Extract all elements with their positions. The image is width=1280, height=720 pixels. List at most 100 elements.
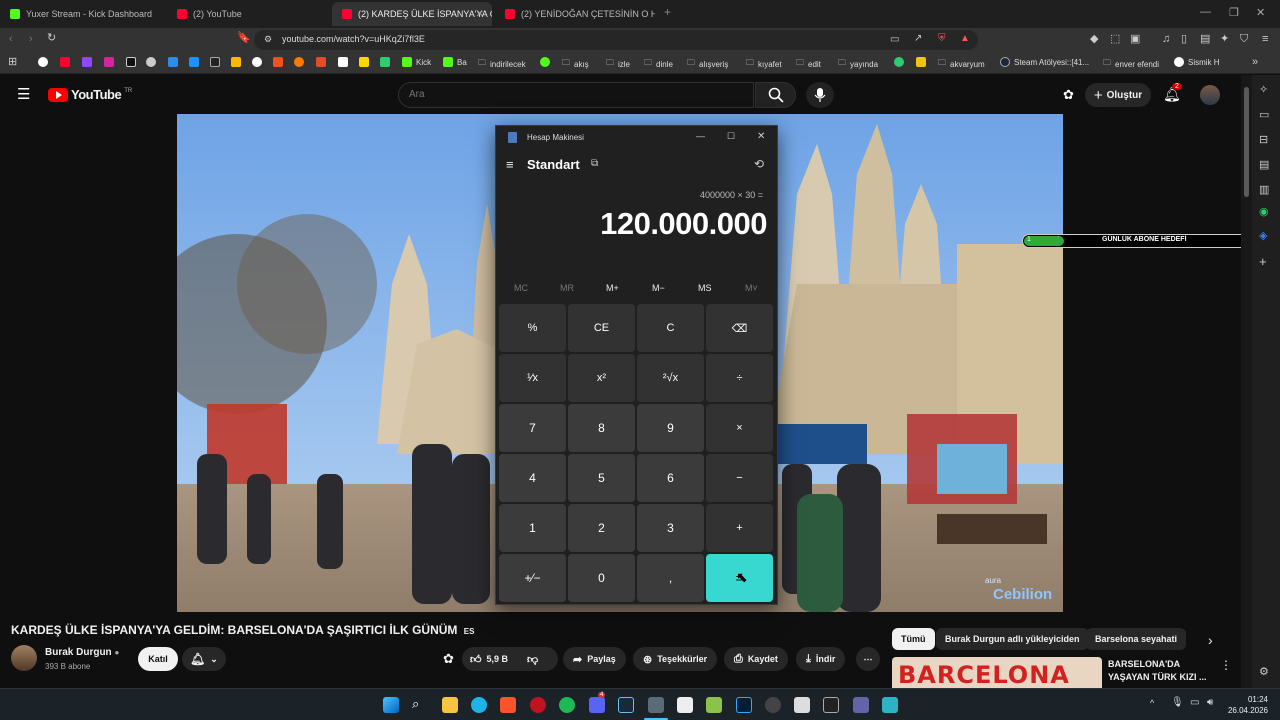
bookmark-google[interactable] <box>38 57 48 67</box>
multiply-key[interactable]: × <box>706 404 773 452</box>
bookmark-folder-akis[interactable]: 🗀 akış <box>562 57 589 71</box>
square-root-key[interactable]: ²√x <box>637 354 704 402</box>
download-button[interactable]: ⤓ İndir <box>796 647 846 671</box>
volume-icon[interactable]: 🔊︎ <box>1207 697 1213 708</box>
digit-7-key[interactable]: 7 <box>499 404 566 452</box>
hamburger-menu-icon[interactable]: ☰ <box>17 87 30 102</box>
close-icon[interactable]: ✕ <box>757 131 765 142</box>
bookmark-folder-alisveris[interactable]: 🗀 alışveriş <box>687 57 728 71</box>
decimal-key[interactable]: , <box>637 554 704 602</box>
search-button[interactable] <box>755 82 796 108</box>
photoshop-icon[interactable] <box>736 697 752 713</box>
more-bookmarks-icon[interactable]: » <box>1252 57 1258 68</box>
bookmark-folder-kiyafet[interactable]: 🗀 kıyafet <box>746 57 782 71</box>
sidebar-toggle-icon[interactable]: ▯ <box>1181 34 1187 45</box>
digit-9-key[interactable]: 9 <box>637 404 704 452</box>
chip-barcelona-trip[interactable]: Barselona seyahati <box>1086 628 1187 650</box>
bookmark-sismik[interactable]: Sismik H <box>1174 57 1220 67</box>
minimize-icon[interactable]: — <box>696 131 705 141</box>
digit-1-key[interactable]: 1 <box>499 504 566 552</box>
share-button[interactable]: ➦ Paylaş <box>563 647 626 671</box>
brave-shield-icon[interactable]: ⛨ <box>938 34 946 44</box>
related-video-thumbnail[interactable]: BARCELONA <box>892 657 1102 688</box>
clear-entry-key[interactable]: CE <box>568 304 635 352</box>
bookmark-site[interactable] <box>231 57 241 67</box>
digit-8-key[interactable]: 8 <box>568 404 635 452</box>
browser-tab-video-2[interactable]: (2) YENİDOĞAN ÇETESİNİN O HASTA <box>495 2 655 26</box>
maximize-icon[interactable]: ☐ <box>727 131 735 142</box>
subscription-bell-button[interactable]: 🔔︎ ⌄ <box>182 647 226 671</box>
site-info-icon[interactable]: ⚙ <box>264 35 272 44</box>
bookmark-site[interactable] <box>916 57 926 67</box>
channel-avatar[interactable] <box>11 645 37 671</box>
bookmark-folder-edit[interactable]: 🗀 edit <box>796 57 821 71</box>
youtube-logo[interactable]: YouTube TR <box>48 87 132 102</box>
bookmark-x[interactable] <box>126 57 136 67</box>
keep-on-top-icon[interactable]: ⧉ <box>591 158 598 169</box>
bookmark-folder-enver[interactable]: 🗀 enver efendi <box>1103 57 1159 71</box>
browser-tab-kick[interactable]: Yuxer Stream - Kick Dashboard <box>0 2 165 26</box>
browser-tab-youtube[interactable]: (2) YouTube <box>167 2 332 26</box>
bookmark-folder-yayinda[interactable]: 🗀 yayında <box>838 57 878 71</box>
app-icon[interactable] <box>706 697 722 713</box>
close-window-icon[interactable]: ✕ <box>1256 6 1265 19</box>
bookmark-github[interactable] <box>146 57 156 67</box>
bookmark-kick[interactable]: Kick <box>402 57 431 67</box>
bookmark-folder-izle[interactable]: 🗀 izle <box>606 57 630 71</box>
app-icon[interactable] <box>677 697 693 713</box>
bookmarks-icon[interactable]: ⊟ <box>1259 135 1268 146</box>
edge-icon[interactable] <box>471 697 487 713</box>
apps-grid-icon[interactable]: ⊞ <box>8 57 17 68</box>
save-button[interactable]: ⎙ Kaydet <box>724 647 788 671</box>
memory-add-button[interactable]: M+ <box>606 283 619 293</box>
ai-icon[interactable]: ✦ <box>1220 34 1229 45</box>
new-tab-button[interactable]: + <box>664 5 671 19</box>
bookmark-folder-akvaryum[interactable]: 🗀 akvaryum <box>938 57 985 71</box>
memory-subtract-button[interactable]: M− <box>652 283 665 293</box>
search-icon[interactable]: ⌕ <box>412 696 428 712</box>
bookmark-site[interactable] <box>189 57 199 67</box>
dislike-icon[interactable]: 👎︎ <box>527 653 538 666</box>
negate-key[interactable]: +⁄− <box>499 554 566 602</box>
menu-icon[interactable]: ≡ <box>1262 34 1268 45</box>
calculator-window[interactable]: Hesap Makinesi — ☐ ✕ ≡ Standart ⧉ ⟲ 4000… <box>495 125 778 605</box>
cast-icon[interactable]: ▭ <box>890 35 899 45</box>
more-actions-button[interactable]: ⋯ <box>856 647 880 671</box>
subtract-key[interactable]: − <box>706 454 773 502</box>
like-count[interactable]: 5,9 B <box>487 654 509 664</box>
bookmark-amazon[interactable] <box>338 57 348 67</box>
reading-list-icon[interactable]: ▭ <box>1259 110 1269 121</box>
bookmark-folder-indirilecek[interactable]: 🗀 indirilecek <box>478 57 526 71</box>
book-icon[interactable]: ▥ <box>1259 185 1269 196</box>
shield-icon[interactable]: ⛉ <box>1240 34 1248 45</box>
search-input[interactable] <box>409 89 739 100</box>
voice-search-button[interactable] <box>806 82 834 108</box>
bookmark-site[interactable] <box>294 57 304 67</box>
minimize-icon[interactable]: — <box>1200 6 1211 18</box>
bookmark-twitch[interactable] <box>82 57 92 67</box>
start-icon[interactable] <box>383 697 399 713</box>
settings-icon[interactable]: ⚙ <box>1259 667 1269 678</box>
extension-icon[interactable]: ✿ <box>443 651 454 667</box>
bookmark-ba[interactable]: Ba <box>443 57 467 67</box>
file-explorer-icon[interactable] <box>442 697 458 713</box>
address-bar[interactable]: ⚙ youtube.com/watch?v=uHKqZi7fl3E ▭ ↗ ⛨ … <box>254 30 978 50</box>
obs-icon[interactable] <box>765 697 781 713</box>
epic-games-icon[interactable] <box>823 697 839 713</box>
discord-icon[interactable]: 4 <box>589 692 606 713</box>
back-icon[interactable]: ‹ <box>9 34 13 45</box>
close-tab-icon[interactable]: ✕ <box>476 9 484 20</box>
wallet-icon[interactable]: ▤ <box>1200 34 1210 45</box>
backspace-key[interactable]: ⌫ <box>706 304 773 352</box>
forward-icon[interactable]: › <box>29 34 33 45</box>
bookmark-site[interactable] <box>273 57 283 67</box>
steam-icon[interactable] <box>618 697 634 713</box>
maximize-icon[interactable]: ❐ <box>1229 6 1239 19</box>
more-vert-icon[interactable]: ⋮ <box>1220 658 1232 672</box>
bookmark-site[interactable] <box>316 57 326 67</box>
app-icon[interactable] <box>853 697 869 713</box>
notifications-button[interactable]: 🔔︎ 2 <box>1163 83 1182 104</box>
extension-icon[interactable]: ⬚ <box>1110 34 1120 45</box>
digit-5-key[interactable]: 5 <box>568 454 635 502</box>
digit-2-key[interactable]: 2 <box>568 504 635 552</box>
